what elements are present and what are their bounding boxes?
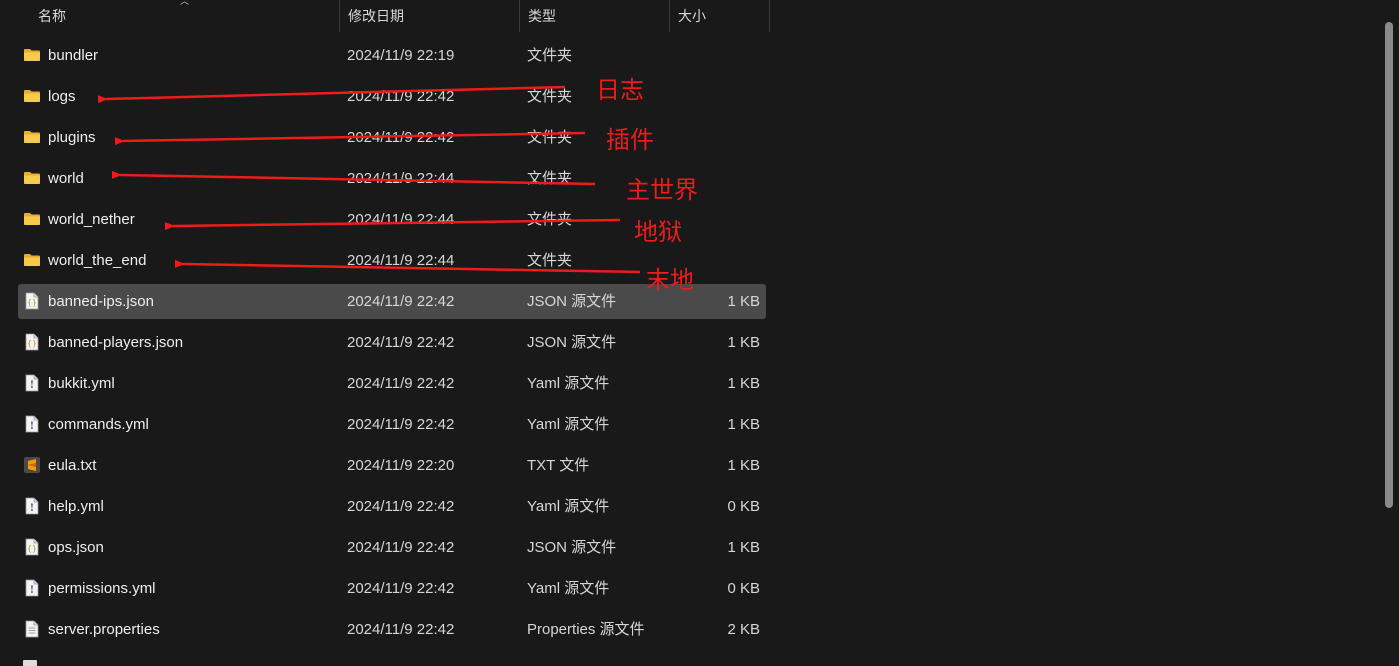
svg-text:!: ! (30, 503, 34, 514)
file-row[interactable]: ! help.yml 2024/11/9 22:42 Yaml 源文件 0 KB (18, 489, 766, 524)
file-modified-date: 2024/11/9 22:44 (347, 170, 455, 187)
yaml-file-icon: ! (23, 497, 41, 515)
file-row[interactable]: {} banned-players.json 2024/11/9 22:42 JSON… (18, 325, 766, 360)
file-modified-date: 2024/11/9 22:42 (347, 416, 455, 433)
svg-text:{}: {} (27, 298, 37, 307)
file-size: 0 KB (727, 580, 760, 597)
file-type: Yaml 源文件 (527, 416, 610, 433)
file-type: 文件夹 (527, 129, 573, 146)
file-modified-date: 2024/11/9 22:44 (347, 252, 455, 269)
annotation-label: 地狱 (634, 218, 682, 246)
json-file-icon: {} (23, 538, 41, 556)
file-type: JSON 源文件 (527, 293, 617, 310)
file-name: banned-ips.json (48, 293, 154, 310)
file-type: Yaml 源文件 (527, 375, 610, 392)
partially-visible-file-icon (23, 660, 37, 666)
yaml-file-icon: ! (23, 579, 41, 597)
file-size: 1 KB (727, 293, 760, 310)
file-name: help.yml (48, 498, 104, 515)
file-size: 1 KB (727, 457, 760, 474)
file-size: 1 KB (727, 375, 760, 392)
file-type: 文件夹 (527, 47, 573, 64)
file-name: world_the_end (48, 252, 147, 269)
file-row[interactable]: ! commands.yml 2024/11/9 22:42 Yaml 源文件 1 KB (18, 407, 766, 442)
file-row[interactable]: eula.txt 2024/11/9 22:20 TXT 文件 1 KB (18, 448, 766, 483)
yaml-file-icon: ! (23, 374, 41, 392)
column-header-size[interactable]: 大小 (670, 0, 770, 32)
file-size: 1 KB (727, 416, 760, 433)
file-modified-date: 2024/11/9 22:42 (347, 580, 455, 597)
column-header-type[interactable]: 类型 (520, 0, 670, 32)
file-name: logs (48, 88, 76, 105)
file-name: world_nether (48, 211, 135, 228)
sublime-text-file-icon (23, 456, 41, 474)
file-name: eula.txt (48, 457, 97, 474)
file-modified-date: 2024/11/9 22:42 (347, 375, 455, 392)
column-header-date[interactable]: 修改日期 (340, 0, 520, 32)
file-type: 文件夹 (527, 252, 573, 269)
svg-text:!: ! (30, 380, 34, 391)
annotation-label: 主世界 (626, 176, 698, 204)
folder-icon (23, 46, 41, 64)
folder-icon (23, 169, 41, 187)
folder-icon (23, 210, 41, 228)
file-name: permissions.yml (48, 580, 156, 597)
yaml-file-icon: ! (23, 415, 41, 433)
annotation-label: 末地 (646, 266, 694, 294)
file-size: 1 KB (727, 539, 760, 556)
file-type: Yaml 源文件 (527, 580, 610, 597)
file-modified-date: 2024/11/9 22:20 (347, 457, 455, 474)
file-modified-date: 2024/11/9 22:42 (347, 129, 455, 146)
file-row[interactable]: ! permissions.yml 2024/11/9 22:42 Yaml 源文件 0… (18, 571, 766, 606)
file-name: plugins (48, 129, 96, 146)
file-name: server.properties (48, 621, 160, 638)
file-size: 1 KB (727, 334, 760, 351)
file-name: banned-players.json (48, 334, 184, 351)
annotation-label: 日志 (596, 76, 644, 104)
column-header-bar: ︿ 名称 修改日期 类型 大小 (0, 0, 770, 32)
svg-text:{}: {} (27, 544, 37, 553)
annotation-label: 插件 (606, 126, 654, 154)
file-modified-date: 2024/11/9 22:44 (347, 211, 455, 228)
file-name: bundler (48, 47, 99, 64)
folder-icon (23, 87, 41, 105)
svg-text:{}: {} (27, 339, 37, 348)
file-type: 文件夹 (527, 211, 573, 228)
scrollbar-thumb[interactable] (1385, 22, 1393, 508)
file-modified-date: 2024/11/9 22:42 (347, 539, 455, 556)
file-name: commands.yml (48, 416, 149, 433)
svg-text:!: ! (30, 421, 34, 432)
file-modified-date: 2024/11/9 22:19 (347, 47, 455, 64)
file-modified-date: 2024/11/9 22:42 (347, 334, 455, 351)
file-modified-date: 2024/11/9 22:42 (347, 621, 455, 638)
file-type: Yaml 源文件 (527, 498, 610, 515)
file-modified-date: 2024/11/9 22:42 (347, 293, 455, 310)
file-type: JSON 源文件 (527, 334, 617, 351)
svg-text:!: ! (30, 585, 34, 596)
file-type: 文件夹 (527, 88, 573, 105)
file-modified-date: 2024/11/9 22:42 (347, 498, 455, 515)
file-modified-date: 2024/11/9 22:42 (347, 88, 455, 105)
file-row[interactable]: bundler 2024/11/9 22:19 文件夹 (18, 38, 766, 73)
json-file-icon: {} (23, 292, 41, 310)
json-file-icon: {} (23, 333, 41, 351)
generic-file-icon (23, 620, 41, 638)
file-type: Properties 源文件 (527, 621, 645, 638)
file-size: 2 KB (727, 621, 760, 638)
folder-icon (23, 251, 41, 269)
file-size: 0 KB (727, 498, 760, 515)
file-name: bukkit.yml (48, 375, 115, 392)
file-type: JSON 源文件 (527, 539, 617, 556)
file-type: 文件夹 (527, 170, 573, 187)
file-name: ops.json (48, 539, 104, 556)
file-row[interactable]: logs 2024/11/9 22:42 文件夹 (18, 79, 766, 114)
file-name: world (48, 170, 84, 187)
folder-icon (23, 128, 41, 146)
file-row[interactable]: ! bukkit.yml 2024/11/9 22:42 Yaml 源文件 1 KB (18, 366, 766, 401)
column-header-name[interactable]: 名称 (30, 0, 340, 32)
file-row[interactable]: server.properties 2024/11/9 22:42 Properti… (18, 612, 766, 647)
file-type: TXT 文件 (527, 457, 590, 474)
file-row[interactable]: {} ops.json 2024/11/9 22:42 JSON 源文件 1 KB (18, 530, 766, 565)
